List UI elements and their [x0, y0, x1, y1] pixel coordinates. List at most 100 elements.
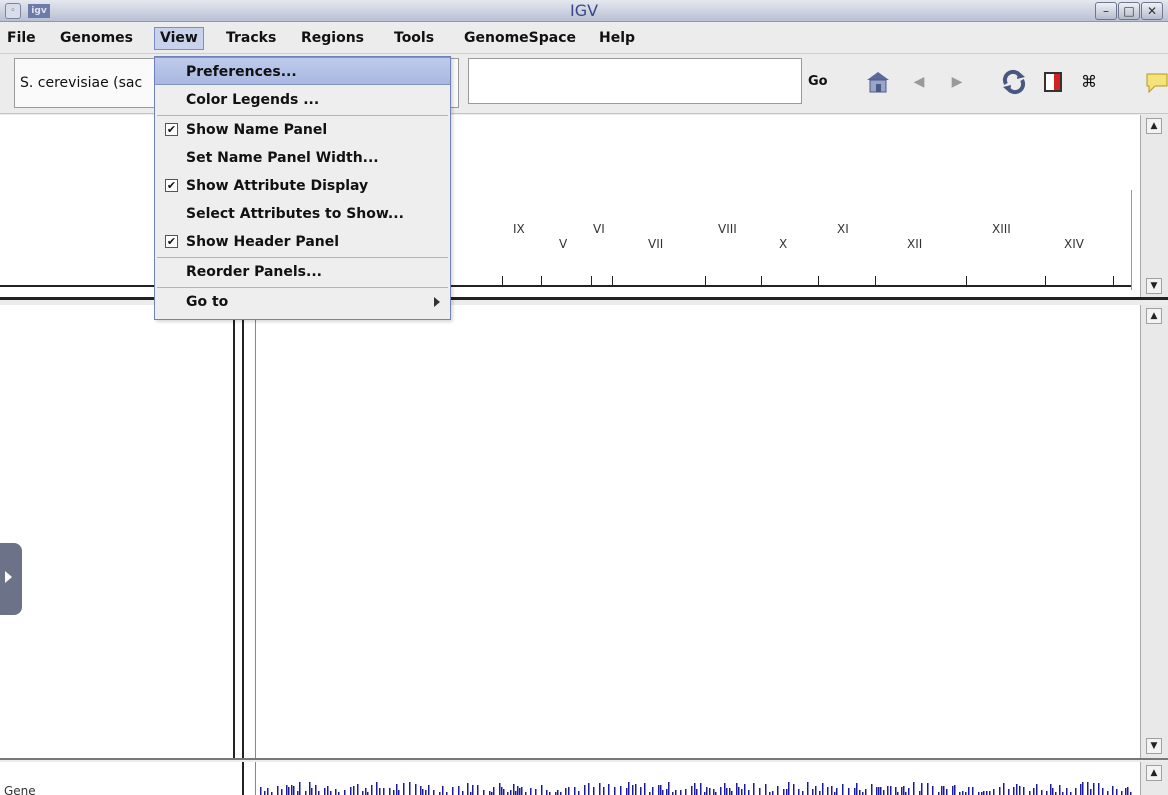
name-panel-divider[interactable] [233, 305, 235, 758]
chromosome-label[interactable]: X [779, 237, 787, 251]
gene-feature [1098, 783, 1100, 795]
gene-feature [588, 783, 590, 795]
gene-feature [521, 787, 523, 795]
gene-feature [972, 787, 974, 795]
gene-feature [513, 784, 515, 795]
gene-feature [396, 784, 398, 795]
chromosome-label[interactable]: IX [513, 222, 525, 236]
gene-feature [1107, 791, 1109, 795]
menu-tools[interactable]: Tools [389, 27, 439, 50]
gene-feature [736, 783, 738, 795]
locus-search-input[interactable] [468, 58, 802, 104]
menu-item-show-header-panel[interactable]: ✔ Show Header Panel [155, 228, 450, 256]
gene-feature [1116, 789, 1118, 795]
feature-panel-splitter[interactable] [0, 758, 1168, 760]
gene-feature [415, 784, 417, 795]
scroll-up-icon[interactable]: ▲ [1146, 118, 1162, 134]
minimize-button[interactable]: – [1095, 2, 1117, 20]
gene-feature [901, 787, 903, 795]
go-button[interactable]: Go [808, 72, 828, 92]
gene-feature [919, 791, 921, 795]
gene-feature [515, 791, 517, 795]
gene-feature [425, 790, 427, 795]
popup-info-icon[interactable] [1143, 68, 1168, 96]
gene-feature [822, 783, 824, 795]
chromosome-label[interactable]: VIII [718, 222, 737, 236]
data-panel[interactable] [0, 305, 1140, 758]
gene-track-label[interactable]: Gene [4, 784, 36, 795]
menu-item-show-name-panel[interactable]: ✔ Show Name Panel [155, 116, 450, 144]
gene-feature [264, 791, 266, 795]
gene-feature [281, 789, 283, 795]
scroll-down-icon[interactable]: ▼ [1146, 738, 1162, 754]
menu-item-select-attributes[interactable]: Select Attributes to Show... [155, 200, 450, 228]
gene-feature [608, 784, 610, 795]
menu-view[interactable]: View [154, 27, 204, 50]
menu-genomes[interactable]: Genomes [55, 27, 138, 50]
gene-feature [501, 787, 503, 795]
gene-feature [409, 782, 411, 795]
gene-feature [546, 790, 548, 795]
close-button[interactable]: ✕ [1141, 2, 1163, 20]
gene-feature [517, 786, 519, 795]
data-panel-scrollbar[interactable] [1140, 305, 1168, 758]
gene-feature [626, 788, 628, 795]
menu-item-go-to[interactable]: Go to [155, 288, 450, 316]
gene-feature [696, 789, 698, 795]
gene-feature [983, 791, 985, 795]
maximize-button[interactable]: □ [1118, 2, 1140, 20]
gene-feature [578, 791, 580, 795]
gene-feature [267, 788, 269, 795]
scroll-down-icon[interactable]: ▼ [1146, 278, 1162, 294]
gene-feature [499, 783, 501, 795]
menu-genomespace[interactable]: GenomeSpace [459, 27, 581, 50]
menu-item-color-legends[interactable]: Color Legends ... [155, 86, 450, 114]
attribute-panel-divider[interactable] [242, 305, 244, 758]
refresh-icon[interactable] [1000, 68, 1028, 96]
gene-feature [962, 791, 964, 795]
scroll-up-icon[interactable]: ▲ [1146, 308, 1162, 324]
region-of-interest-icon[interactable] [1039, 68, 1067, 96]
menu-help[interactable]: Help [594, 27, 640, 50]
menu-item-reorder-panels[interactable]: Reorder Panels... [155, 258, 450, 286]
scroll-up-icon[interactable]: ▲ [1146, 765, 1162, 781]
menu-regions[interactable]: Regions [296, 27, 369, 50]
gene-feature [1093, 783, 1095, 795]
chromosome-label[interactable]: XII [907, 237, 922, 251]
submenu-arrow-icon [434, 297, 440, 307]
gene-feature [908, 788, 910, 795]
fit-to-window-icon[interactable]: ⌘ [1075, 68, 1103, 96]
gene-feature [921, 783, 923, 795]
gene-feature [871, 784, 873, 795]
menu-item-preferences[interactable]: Preferences... [155, 57, 450, 85]
menu-item-show-attribute-display[interactable]: ✔ Show Attribute Display [155, 172, 450, 200]
gene-feature [422, 789, 424, 795]
menu-item-label: Color Legends ... [186, 92, 320, 108]
chromosome-label[interactable]: VII [648, 237, 663, 251]
gene-feature [848, 788, 850, 795]
gene-feature [1008, 789, 1010, 795]
header-scrollbar[interactable] [1140, 115, 1168, 297]
gene-feature [640, 787, 642, 795]
back-arrow-icon[interactable]: ◀ [905, 68, 933, 96]
chromosome-label[interactable]: V [559, 237, 567, 251]
gene-feature [277, 786, 279, 795]
chromosome-label[interactable]: XIV [1064, 237, 1084, 251]
home-icon[interactable] [864, 68, 892, 96]
gene-feature [299, 782, 301, 795]
side-panel-handle[interactable] [0, 543, 22, 615]
chromosome-label[interactable]: XI [837, 222, 849, 236]
menu-item-label: Show Name Panel [186, 122, 328, 138]
gene-track[interactable] [258, 780, 1138, 795]
forward-arrow-icon[interactable]: ▶ [943, 68, 971, 96]
gene-feature [748, 790, 750, 795]
menu-file[interactable]: File [2, 27, 41, 50]
chromosome-label[interactable]: VI [593, 222, 605, 236]
gene-feature [652, 787, 654, 795]
gene-feature [807, 782, 809, 795]
gene-feature [726, 788, 728, 795]
menu-item-set-name-panel-width[interactable]: Set Name Panel Width... [155, 144, 450, 172]
menu-item-label: Reorder Panels... [186, 264, 322, 280]
chromosome-label[interactable]: XIII [992, 222, 1011, 236]
menu-tracks[interactable]: Tracks [221, 27, 281, 50]
